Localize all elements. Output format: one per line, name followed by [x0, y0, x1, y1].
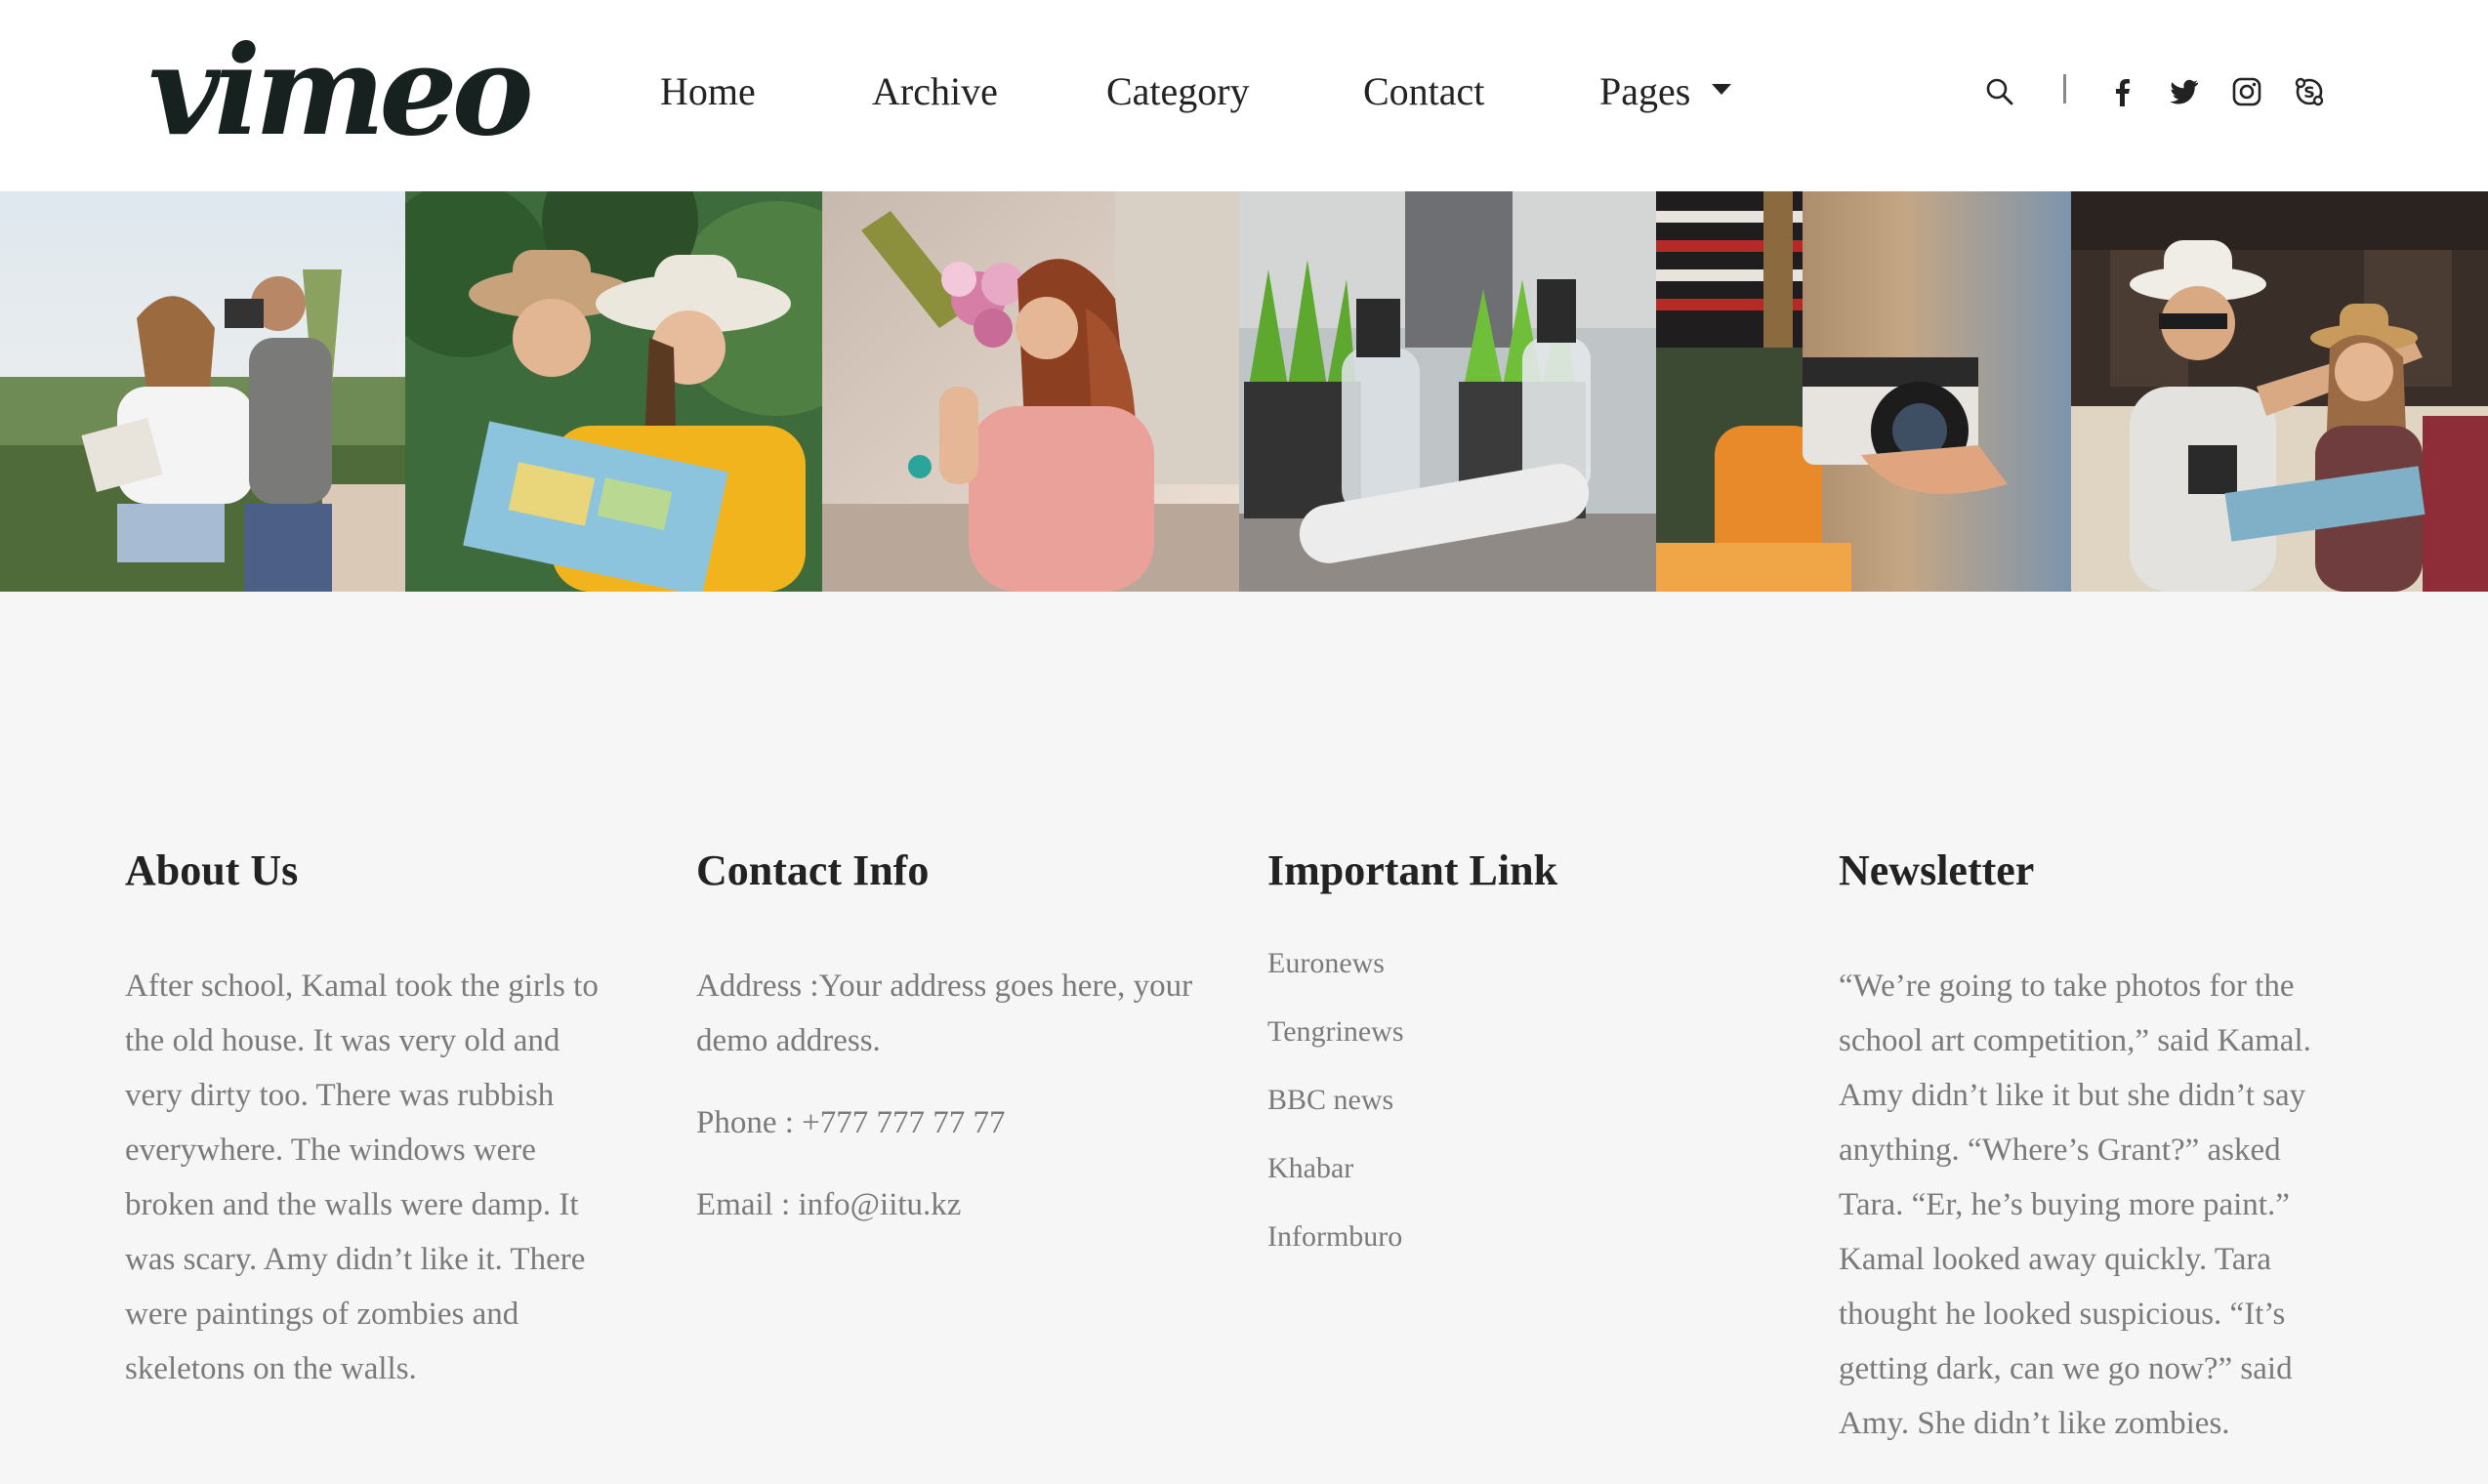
gallery-photo-1[interactable]: [0, 191, 405, 592]
footer-newsletter: Newsletter “We’re going to take photos f…: [1839, 842, 2346, 1451]
nav-category[interactable]: Category: [1106, 61, 1250, 123]
gallery-photo-4[interactable]: [1239, 191, 1656, 592]
site-logo[interactable]: vimeo: [148, 27, 534, 154]
link-euronews[interactable]: Euronews: [1267, 929, 1756, 998]
gallery-photo-2[interactable]: [405, 191, 822, 592]
newsletter-text: “We’re going to take photos for the scho…: [1839, 969, 2311, 1441]
contact-address: Address :Your address goes here, your de…: [696, 969, 1193, 1058]
nav-home[interactable]: Home: [660, 61, 756, 123]
twitter-icon[interactable]: [2165, 68, 2204, 115]
nav-archive[interactable]: Archive: [872, 61, 998, 123]
newsletter-title: Newsletter: [1839, 846, 2035, 894]
search-icon[interactable]: [1980, 68, 2019, 115]
footer-about: About Us After school, Kamal took the gi…: [125, 842, 623, 1396]
gallery-photo-3[interactable]: [822, 191, 1239, 592]
link-informburo[interactable]: Informburo: [1267, 1203, 1756, 1271]
about-text: After school, Kamal took the girls to th…: [125, 969, 599, 1386]
links-title: Important Link: [1267, 846, 1558, 894]
skype-icon[interactable]: S: [2290, 68, 2329, 115]
svg-text:S: S: [2303, 83, 2315, 102]
links-list: Euronews Tengrinews BBC news Khabar Info…: [1267, 929, 1756, 1271]
link-bbc-news[interactable]: BBC news: [1267, 1066, 1756, 1134]
nav-pages-label: Pages: [1599, 69, 1691, 113]
link-tengrinews[interactable]: Tengrinews: [1267, 998, 1756, 1066]
contact-title: Contact Info: [696, 846, 930, 894]
instagram-icon[interactable]: [2227, 68, 2266, 115]
link-khabar[interactable]: Khabar: [1267, 1134, 1756, 1203]
chevron-down-icon: [1712, 84, 1732, 96]
nav-pages[interactable]: Pages: [1599, 61, 1732, 123]
gallery-photo-6[interactable]: [2071, 191, 2488, 592]
site-footer: About Us After school, Kamal took the gi…: [0, 592, 2488, 1484]
contact-phone: Phone : +777 777 77 77: [696, 1105, 1006, 1140]
photo-gallery: [0, 191, 2488, 592]
nav-contact[interactable]: Contact: [1363, 61, 1484, 123]
contact-email[interactable]: Email : info@iitu.kz: [696, 1177, 1223, 1232]
gallery-photo-5[interactable]: [1656, 191, 2071, 592]
header-divider: [2063, 74, 2066, 103]
site-header: vimeo Home Archive Category Contact Page…: [0, 0, 2488, 191]
footer-contact: Contact Info Address :Your address goes …: [696, 842, 1223, 1232]
about-title: About Us: [125, 846, 299, 894]
footer-links: Important Link Euronews Tengrinews BBC n…: [1267, 842, 1756, 1271]
facebook-icon[interactable]: [2102, 68, 2141, 115]
